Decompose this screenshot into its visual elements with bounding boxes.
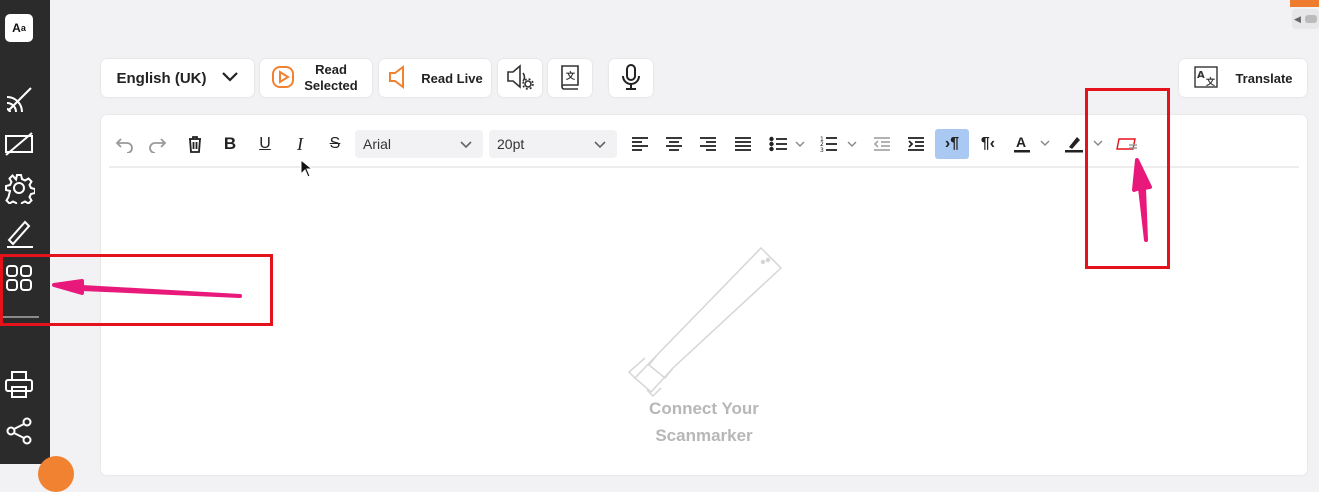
- arrow-to-apps: [52, 279, 242, 298]
- arrow-to-clear-format: [1132, 158, 1152, 242]
- annotation-arrows: [52, 158, 1152, 298]
